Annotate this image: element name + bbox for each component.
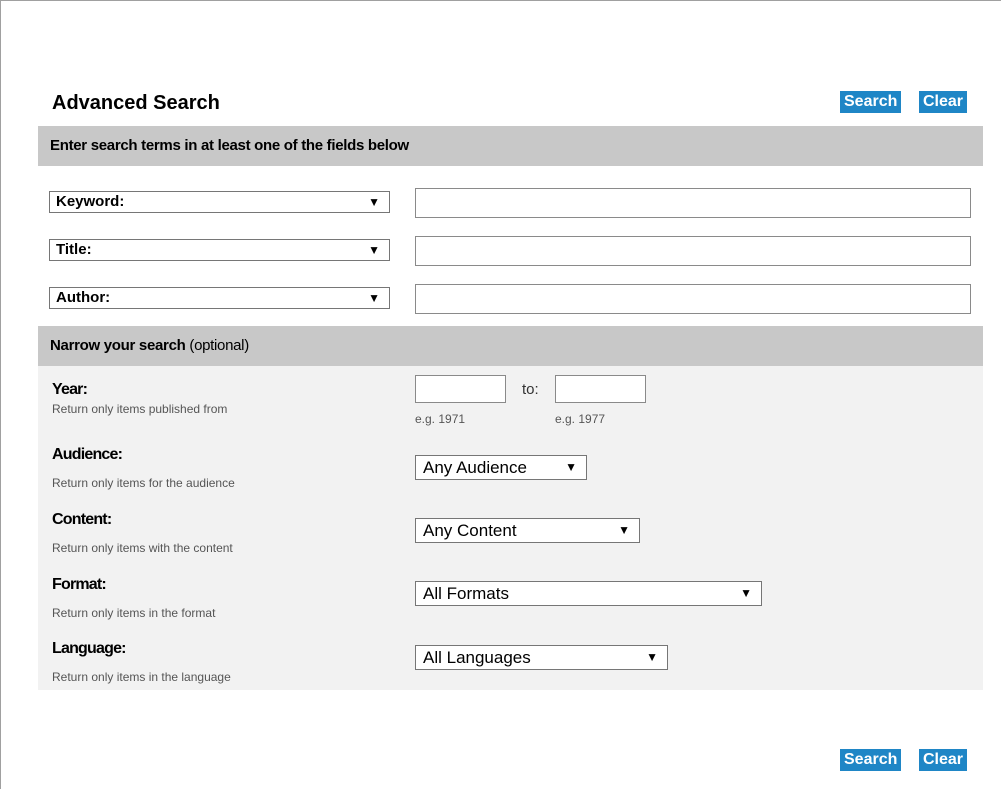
field-select-title[interactable]: Title: ▼ (49, 239, 390, 261)
field-select-keyword[interactable]: Keyword: ▼ (49, 191, 390, 213)
caret-down-icon: ▼ (368, 291, 380, 305)
field-select-label: Title: (56, 241, 92, 258)
language-select[interactable]: All Languages ▼ (415, 645, 668, 670)
language-selected: All Languages (423, 648, 531, 667)
page-title: Advanced Search (52, 92, 220, 114)
year-from-example: e.g. 1971 (415, 412, 466, 426)
narrow-heading-note: (optional) (189, 337, 249, 354)
field-select-author[interactable]: Author: ▼ (49, 287, 390, 309)
content-label: Content: (52, 511, 112, 528)
content-selected: Any Content (423, 521, 517, 540)
format-selected: All Formats (423, 584, 509, 603)
search-button[interactable]: Search (840, 91, 902, 113)
audience-help: Return only items for the audience (52, 476, 235, 490)
caret-down-icon: ▼ (646, 650, 658, 664)
year-to-example: e.g. 1977 (555, 412, 606, 426)
window-frame-left (0, 0, 1, 789)
audience-select[interactable]: Any Audience ▼ (415, 455, 587, 480)
language-label: Language: (52, 640, 126, 657)
year-help: Return only items published from (52, 402, 228, 416)
clear-button[interactable]: Clear (919, 91, 968, 113)
caret-down-icon: ▼ (618, 523, 630, 537)
caret-down-icon: ▼ (368, 195, 380, 209)
title-input[interactable] (415, 236, 971, 266)
narrow-search-heading: Narrow your search (optional) (38, 326, 983, 366)
audience-label: Audience: (52, 446, 123, 463)
caret-down-icon: ▼ (368, 243, 380, 257)
year-to-input[interactable] (555, 375, 646, 403)
caret-down-icon: ▼ (740, 586, 752, 600)
content-select[interactable]: Any Content ▼ (415, 518, 640, 543)
year-to-label: to: (522, 381, 539, 398)
language-help: Return only items in the language (52, 670, 231, 684)
keyword-input[interactable] (415, 188, 971, 218)
author-input[interactable] (415, 284, 971, 314)
search-terms-heading: Enter search terms in at least one of th… (38, 126, 983, 166)
year-from-input[interactable] (415, 375, 506, 403)
caret-down-icon: ▼ (565, 460, 577, 474)
field-select-label: Keyword: (56, 193, 125, 210)
audience-selected: Any Audience (423, 458, 527, 477)
field-select-label: Author: (56, 289, 111, 306)
window-frame-top (0, 0, 1001, 1)
year-label: Year: (52, 381, 88, 398)
content-help: Return only items with the content (52, 541, 233, 555)
narrow-heading-text: Narrow your search (50, 337, 186, 354)
format-select[interactable]: All Formats ▼ (415, 581, 762, 606)
format-help: Return only items in the format (52, 606, 216, 620)
format-label: Format: (52, 576, 107, 593)
search-button-bottom[interactable]: Search (840, 749, 902, 771)
clear-button-bottom[interactable]: Clear (919, 749, 968, 771)
